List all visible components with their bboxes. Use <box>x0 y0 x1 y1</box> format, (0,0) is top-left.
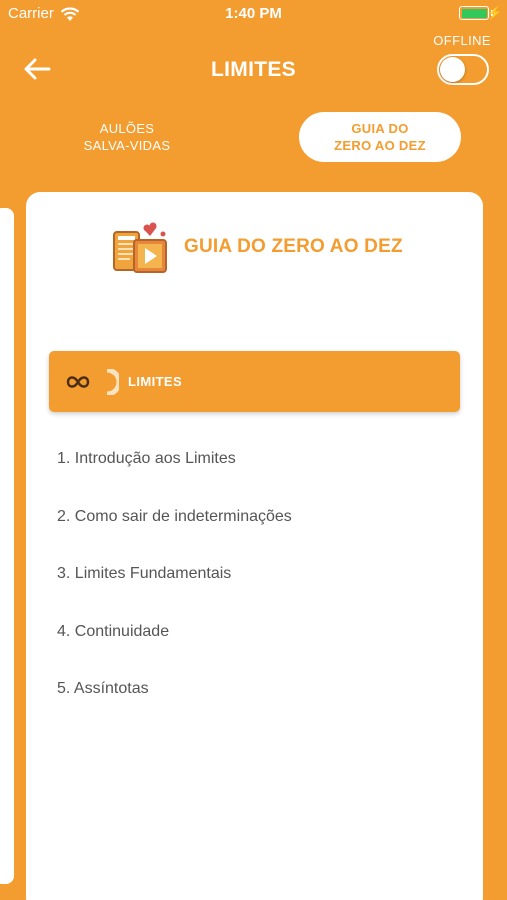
topic-list: 1. Introdução aos Limites 2. Como sair d… <box>57 450 457 738</box>
offline-toggle[interactable] <box>437 54 489 85</box>
tab-guia-zero-ao-dez[interactable]: GUIA DO ZERO AO DEZ <box>299 112 461 162</box>
toggle-knob <box>440 57 465 82</box>
clock: 1:40 PM <box>225 5 282 22</box>
infinity-icon <box>66 369 119 395</box>
page-title: LIMITES <box>211 58 296 81</box>
topic-item-indeterminacoes[interactable]: 2. Como sair de indeterminações <box>57 508 457 566</box>
topic-item-continuidade[interactable]: 4. Continuidade <box>57 623 457 681</box>
tab-label: GUIA DO ZERO AO DEZ <box>334 121 426 153</box>
video-guide-icon <box>113 222 167 273</box>
tab-auloes-salva-vidas[interactable]: AULÕES SALVA-VIDAS <box>46 112 208 162</box>
topic-item-limites-fundamentais[interactable]: 3. Limites Fundamentais <box>57 565 457 623</box>
topic-item-assintotas[interactable]: 5. Assíntotas <box>57 680 457 738</box>
charging-bolt-icon: ⚡ <box>486 5 503 20</box>
previous-page-card[interactable] <box>0 208 14 884</box>
guide-title: GUIA DO ZERO AO DEZ <box>184 236 403 257</box>
guide-card: GUIA DO ZERO AO DEZ LIMITES 1. Introduçã… <box>26 192 483 900</box>
section-title: LIMITES <box>128 374 183 389</box>
battery-icon <box>459 6 489 20</box>
status-bar: Carrier 1:40 PM ⚡ <box>0 0 507 28</box>
tab-label: AULÕES SALVA-VIDAS <box>83 121 171 153</box>
section-header-limites[interactable]: LIMITES <box>49 351 460 412</box>
offline-label: OFFLINE <box>433 33 491 48</box>
topic-item-introducao[interactable]: 1. Introdução aos Limites <box>57 450 457 508</box>
